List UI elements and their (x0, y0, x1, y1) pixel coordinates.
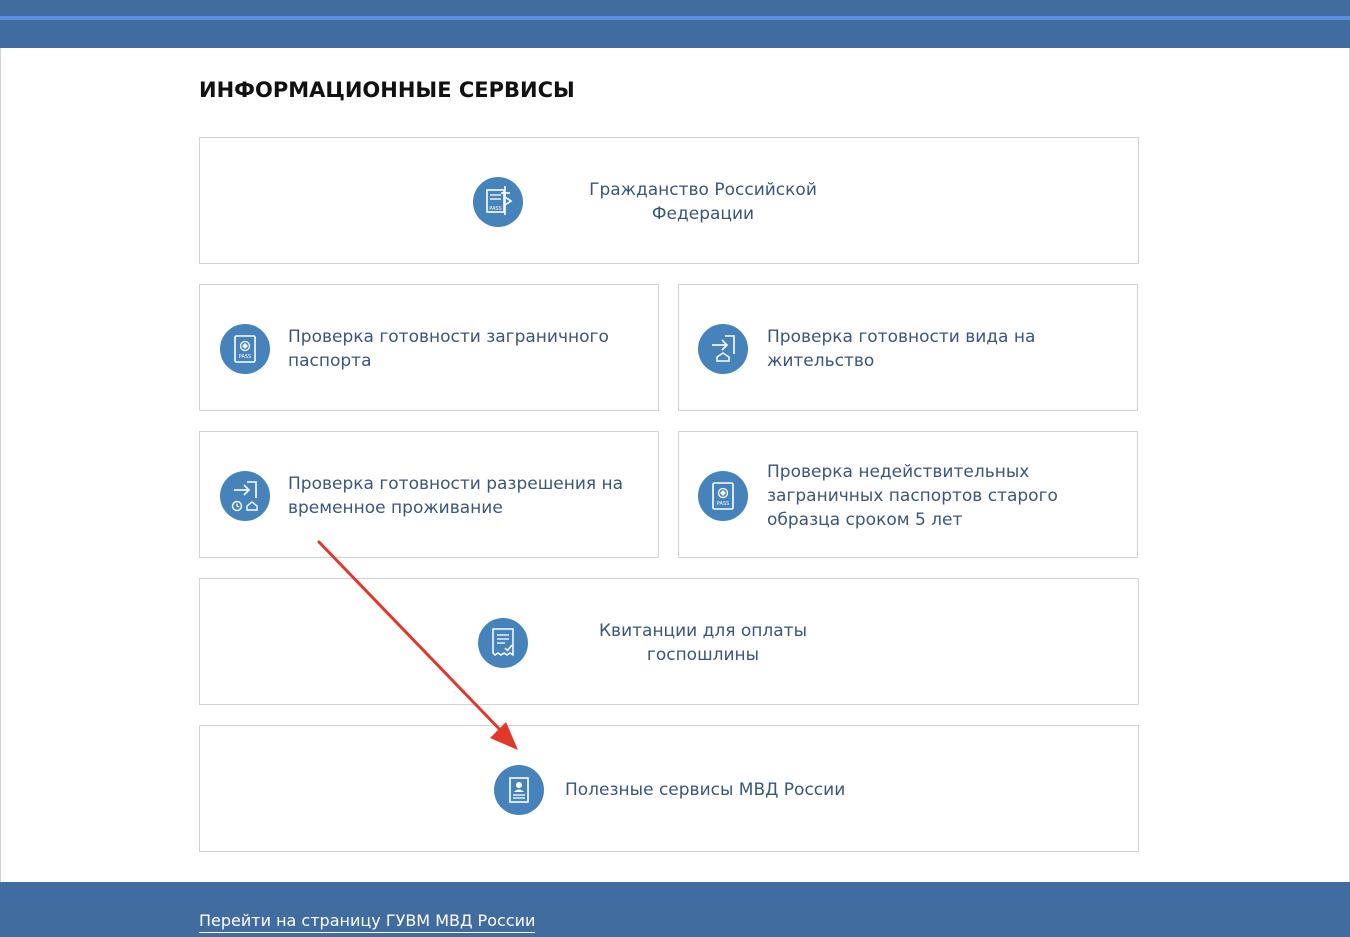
header-accent-stripe (0, 16, 1350, 20)
card-foreign-passport[interactable]: PASS Проверка готовности заграничного па… (199, 284, 659, 411)
card-citizenship-label: Гражданство Российской Федерации (589, 180, 817, 224)
card-receipts-label: Квитанции для оплаты госпошлины (598, 621, 808, 665)
receipt-icon (478, 618, 528, 668)
card-receipts[interactable]: Квитанции для оплаты госпошлины (199, 578, 1139, 705)
card-foreign-passport-label: Проверка готовности заграничного паспорт… (288, 327, 609, 371)
card-useful-services[interactable]: Полезные сервисы МВД России (199, 725, 1139, 852)
card-temporary-residence[interactable]: Проверка готовности разрешения на времен… (199, 431, 659, 558)
enter-clock-home-icon (220, 471, 270, 521)
passport-stamp-icon: PASS (473, 177, 523, 227)
card-temporary-residence-label: Проверка готовности разрешения на времен… (288, 474, 624, 518)
section-title: ИНФОРМАЦИОННЫЕ СЕРВИСЫ (199, 78, 575, 102)
top-header-bar (0, 0, 1350, 48)
card-residence-permit[interactable]: Проверка готовности вида на жительство (678, 284, 1138, 411)
document-icon (494, 765, 544, 815)
footer-bar: Перейти на страницу ГУВМ МВД России (0, 882, 1350, 937)
svg-text:PASS: PASS (489, 206, 501, 212)
passport-icon: PASS (698, 471, 748, 521)
passport-icon: PASS (220, 324, 270, 374)
card-invalid-passports[interactable]: PASS Проверка недействительных заграничн… (678, 431, 1138, 558)
card-citizenship[interactable]: PASS Гражданство Российской Федерации (199, 137, 1139, 264)
svg-text:PASS: PASS (239, 354, 251, 360)
footer-link-guvm[interactable]: Перейти на страницу ГУВМ МВД России (199, 911, 536, 933)
enter-home-icon (698, 324, 748, 374)
svg-text:PASS: PASS (717, 501, 729, 507)
card-invalid-passports-label: Проверка недействительных заграничных па… (767, 462, 1058, 530)
card-residence-permit-label: Проверка готовности вида на жительство (767, 327, 1036, 371)
card-useful-services-label: Полезные сервисы МВД России (565, 780, 846, 800)
